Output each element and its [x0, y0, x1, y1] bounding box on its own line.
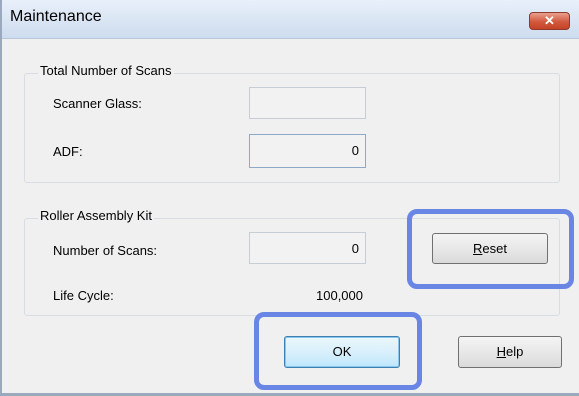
title-bar[interactable]: Maintenance ✕: [2, 0, 579, 39]
close-button[interactable]: ✕: [529, 12, 570, 30]
help-mnemonic: H: [496, 344, 507, 359]
scanner-glass-field: [249, 87, 366, 119]
window-title: Maintenance: [10, 8, 102, 25]
close-icon: ✕: [544, 13, 555, 28]
adf-field: 0: [249, 134, 366, 168]
adf-label: ADF:: [53, 144, 83, 159]
number-of-scans-field: 0: [249, 232, 366, 264]
help-button[interactable]: Help: [458, 336, 562, 368]
life-cycle-label: Life Cycle:: [53, 288, 114, 303]
scanner-glass-label: Scanner Glass:: [53, 96, 142, 111]
ok-highlight: [254, 312, 422, 390]
roller-kit-title: Roller Assembly Kit: [38, 208, 154, 223]
reset-highlight: [407, 209, 574, 289]
maintenance-dialog: Maintenance ✕ Total Number of Scans Scan…: [0, 0, 579, 396]
number-of-scans-label: Number of Scans:: [53, 243, 158, 258]
life-cycle-value: 100,000: [316, 288, 363, 303]
total-scans-title: Total Number of Scans: [38, 63, 174, 78]
help-label: elp: [506, 344, 524, 359]
